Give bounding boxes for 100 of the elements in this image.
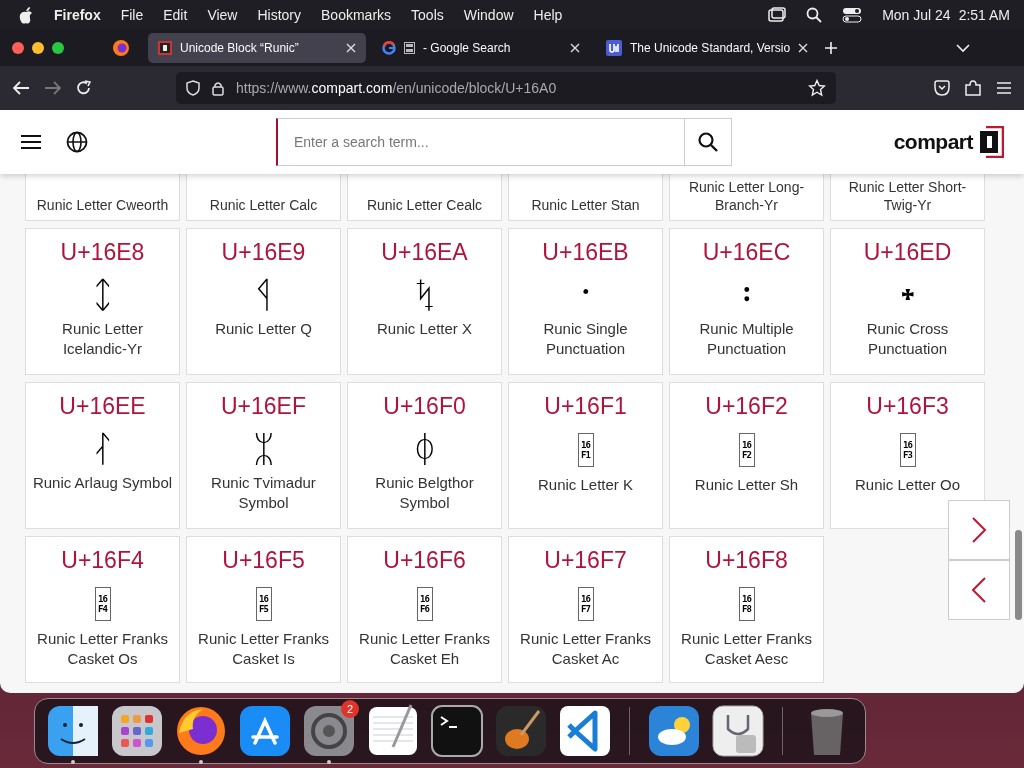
pocket-icon (934, 80, 950, 96)
missing-glyph-box: 16 F5 (255, 587, 272, 621)
code-point: U+16EF (221, 392, 306, 421)
close-window-button[interactable] (12, 42, 24, 54)
chevron-down-icon (956, 43, 970, 53)
missing-glyph-box: 16 F4 (94, 587, 111, 621)
apple-logo-icon (18, 6, 34, 24)
menu-item[interactable]: Help (533, 7, 563, 23)
browser-tab[interactable]: - Google Search (372, 33, 590, 63)
reload-icon (76, 80, 92, 96)
character-glyph: ᛯ (252, 427, 275, 471)
character-card[interactable]: Runic Letter Stan (508, 174, 663, 221)
character-name: Runic Letter K (536, 475, 634, 495)
code-point: U+16F6 (383, 546, 466, 575)
character-card[interactable]: U+16F1 16 F1 Runic Letter K (508, 382, 663, 529)
character-card[interactable]: U+16EE ᛮ Runic Arlaug Symbol (25, 382, 180, 529)
dock-item[interactable] (429, 702, 485, 759)
plus-icon (824, 41, 839, 55)
chevron-right-icon (971, 516, 987, 544)
missing-glyph-box: 16 F8 (738, 587, 755, 621)
missing-glyph-box: 16 F7 (577, 587, 594, 621)
character-card[interactable]: U+16E8 ᛨ Runic Letter Icelandic-Yr (25, 228, 180, 375)
code-point: U+16F8 (705, 546, 788, 575)
character-glyph: ᛮ (91, 427, 114, 471)
code-point: U+16EC (702, 238, 791, 267)
character-name: Runic Letter Franks Casket Is (197, 629, 330, 669)
menu-item[interactable]: Bookmarks (321, 7, 392, 23)
menu-item[interactable]: Tools (411, 7, 444, 23)
menu-item[interactable]: File (120, 7, 144, 23)
browser-tab[interactable]: The Unicode Standard, Versio (596, 33, 819, 63)
search-button[interactable] (684, 118, 732, 166)
character-name: Runic Letter Short-Twig-Yr (847, 178, 968, 214)
character-card[interactable]: U+16F0 ᛰ Runic Belgthor Symbol (347, 382, 502, 529)
character-name: Runic Letter Calc (209, 196, 318, 214)
menu-item[interactable]: Window (463, 7, 514, 23)
browser-tab[interactable]: Unicode Block “Runic” (148, 33, 366, 63)
missing-glyph-box: 16 F1 (577, 433, 594, 467)
zoom-window-button[interactable] (52, 42, 64, 54)
menubar-date: Mon Jul 24 (882, 7, 951, 23)
code-point: U+16ED (863, 238, 952, 267)
character-card[interactable]: U+16F5 16 F5 Runic Letter Franks Casket Is (186, 536, 341, 683)
code-point: U+16F4 (61, 546, 144, 575)
search-icon (806, 7, 823, 23)
menu-item[interactable]: View (207, 7, 238, 23)
character-name: Runic Letter Franks Casket Ac (519, 629, 652, 669)
character-card[interactable]: U+16F4 16 F4 Runic Letter Franks Casket Os (25, 536, 180, 683)
close-icon (346, 43, 356, 53)
code-point: U+16EE (59, 392, 146, 421)
character-card[interactable]: U+16F8 16 F8 Runic Letter Franks Casket Aesc (669, 536, 824, 683)
search-field[interactable]: Enter a search term... (276, 118, 684, 166)
character-card[interactable]: U+16EA ᛪ Runic Letter X (347, 228, 502, 375)
character-name: Runic Cross Punctuation (865, 319, 950, 359)
character-card[interactable]: U+16F7 16 F7 Runic Letter Franks Casket Ac (508, 536, 663, 683)
scrollbar-thumb[interactable] (1015, 530, 1022, 620)
character-name: Runic Letter Sh (693, 475, 800, 495)
character-name: Runic Multiple Punctuation (698, 319, 795, 359)
dock-item[interactable]: 2 (301, 702, 357, 759)
character-card[interactable]: Runic Letter Short-Twig-Yr (830, 174, 985, 221)
stethoscope-icon (710, 702, 766, 759)
character-name: Runic Letter Franks Casket Eh (358, 629, 491, 669)
character-glyph: ᛭ (896, 273, 919, 317)
dock-item[interactable] (710, 702, 766, 759)
app-menu[interactable]: Firefox (54, 7, 101, 23)
character-glyph: ᛬ (735, 273, 758, 317)
character-name: Runic Letter Long-Branch-Yr (687, 178, 806, 214)
site-logo[interactable]: compart (893, 130, 973, 154)
character-card[interactable]: U+16ED ᛭ Runic Cross Punctuation (830, 228, 985, 375)
code-point: U+16F1 (544, 392, 627, 421)
character-card[interactable]: U+16F3 16 F3 Runic Letter Oo (830, 382, 985, 529)
back-arrow-icon (12, 80, 30, 96)
compart-logo-icon (158, 41, 172, 55)
character-card[interactable]: U+16EC ᛬ Runic Multiple Punctuation (669, 228, 824, 375)
terminal-icon (429, 702, 485, 759)
character-name: Runic Letter Oo (853, 475, 962, 495)
menu-item[interactable]: History (257, 7, 302, 23)
menu-item[interactable]: Edit (163, 7, 188, 23)
character-card[interactable]: Runic Letter Calc (186, 174, 341, 221)
character-card[interactable]: U+16EB ᛫ Runic Single Punctuation (508, 228, 663, 375)
address-bar[interactable]: https://www.compart.com/en/unicode/block/U+16A0 (176, 72, 836, 104)
character-name: Runic Arlaug Symbol (32, 473, 173, 493)
forward-arrow-icon (44, 80, 62, 96)
character-card[interactable]: U+16F6 16 F6 Runic Letter Franks Casket Eh (347, 536, 502, 683)
minimize-window-button[interactable] (32, 42, 44, 54)
code-point: U+16EA (381, 238, 468, 267)
star-icon (808, 79, 826, 97)
code-point: U+16F5 (222, 546, 305, 575)
url-text: https://www.compart.com/en/unicode/block/U+16A0 (236, 80, 558, 96)
menubar-clock: 2:51 AM (958, 7, 1010, 23)
character-card[interactable]: U+16E9 ᛩ Runic Letter Q (186, 228, 341, 375)
character-card[interactable]: Runic Letter Cweorth (25, 174, 180, 221)
control-center-icon (842, 7, 863, 23)
windows-icon (768, 7, 787, 23)
character-name: Runic Belgthor Symbol (374, 473, 475, 513)
character-name: Runic Letter Cweorth (36, 196, 169, 214)
character-card[interactable]: U+16F2 16 F2 Runic Letter Sh (669, 382, 824, 529)
character-name: Runic Letter X (375, 319, 473, 339)
character-card[interactable]: Runic Letter Long-Branch-Yr (669, 174, 824, 221)
character-card[interactable]: Runic Letter Cealc (347, 174, 502, 221)
character-card[interactable]: U+16EF ᛯ Runic Tvimadur Symbol (186, 382, 341, 529)
missing-glyph-box: 16 F2 (738, 433, 755, 467)
